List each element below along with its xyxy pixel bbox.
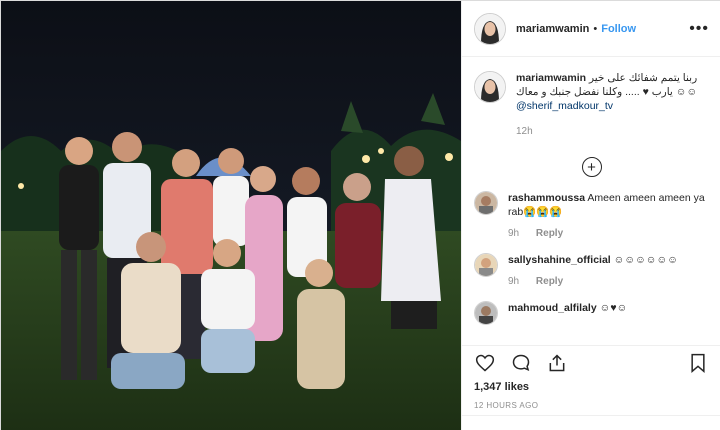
separator-dot: • (593, 22, 598, 35)
comment-body: mahmoud_alfilaly ☺♥☺ (508, 301, 709, 325)
comment-username[interactable]: rashammoussa (508, 192, 585, 204)
author-username[interactable]: mariamwamin (516, 23, 589, 35)
share-icon[interactable] (546, 352, 568, 374)
follow-button[interactable]: Follow (601, 23, 636, 35)
portrait-icon (475, 254, 497, 276)
author-avatar[interactable] (474, 12, 506, 45)
comment-text: ☺☺☺☺☺☺ (613, 254, 678, 266)
comment-time: 9h (508, 228, 520, 239)
action-bar (462, 345, 720, 379)
comment-icon-graphic (512, 354, 530, 371)
commenter-avatar[interactable] (474, 253, 498, 277)
comment-item: mahmoud_alfilaly ☺♥☺ (474, 301, 709, 325)
comment-username[interactable]: mahmoud_alfilaly (508, 302, 597, 314)
mention-link[interactable]: @sherif_madkour_tv (516, 99, 709, 113)
caption: mariamwamin ربنا يتمم شفائك على خير يارب… (474, 71, 709, 139)
share-icon-graphic (549, 353, 565, 371)
caption-time: 12h (516, 126, 533, 137)
portrait-icon (475, 192, 497, 214)
comment-meta: 9h Reply (508, 275, 709, 289)
comment-username[interactable]: sallyshahine_official (508, 254, 611, 266)
instagram-post: mariamwamin • Follow ••• mariamwamin ربن… (0, 0, 720, 430)
reply-button[interactable]: Reply (536, 276, 563, 287)
bookmark-icon[interactable] (687, 352, 709, 374)
add-comment-area[interactable] (462, 415, 720, 430)
more-dots-icon[interactable]: ••• (689, 20, 709, 38)
comment-body: sallyshahine_official ☺☺☺☺☺☺ 9h Reply (508, 253, 709, 289)
load-more: + (474, 157, 709, 177)
comment-icon[interactable] (510, 352, 532, 374)
posted-time: 12 HOURS AGO (474, 401, 539, 410)
reply-button[interactable]: Reply (536, 228, 563, 239)
post-photo[interactable] (1, 1, 461, 430)
heart-icon-graphic (475, 354, 495, 371)
comments-area[interactable]: mariamwamin ربنا يتمم شفائك على خير يارب… (462, 57, 720, 345)
likes-count[interactable]: 1,347 likes (474, 381, 529, 393)
heart-icon[interactable] (474, 352, 496, 374)
commenter-avatar[interactable] (474, 301, 498, 325)
comment-body: rashammoussa Ameen ameen ameen ya rab😭😭😭… (508, 191, 709, 241)
caption-avatar[interactable] (474, 71, 506, 103)
commenter-avatar[interactable] (474, 191, 498, 215)
portrait-icon (475, 13, 505, 44)
comment-time: 9h (508, 276, 520, 287)
comment-item: sallyshahine_official ☺☺☺☺☺☺ 9h Reply (474, 253, 709, 289)
caption-body: mariamwamin ربنا يتمم شفائك على خير يارب… (516, 71, 709, 139)
post-header: mariamwamin • Follow ••• (462, 1, 720, 57)
comment-text: ☺♥☺ (599, 302, 628, 314)
post-sidebar: mariamwamin • Follow ••• mariamwamin ربن… (461, 1, 720, 430)
caption-username[interactable]: mariamwamin (516, 72, 586, 84)
plus-circle-icon[interactable]: + (581, 157, 602, 177)
portrait-icon (475, 302, 497, 324)
bookmark-icon-graphic (691, 353, 705, 373)
portrait-icon (475, 72, 505, 102)
comment-item: rashammoussa Ameen ameen ameen ya rab😭😭😭… (474, 191, 709, 241)
comment-meta: 9h Reply (508, 227, 709, 241)
group-photo-illustration (1, 1, 461, 430)
